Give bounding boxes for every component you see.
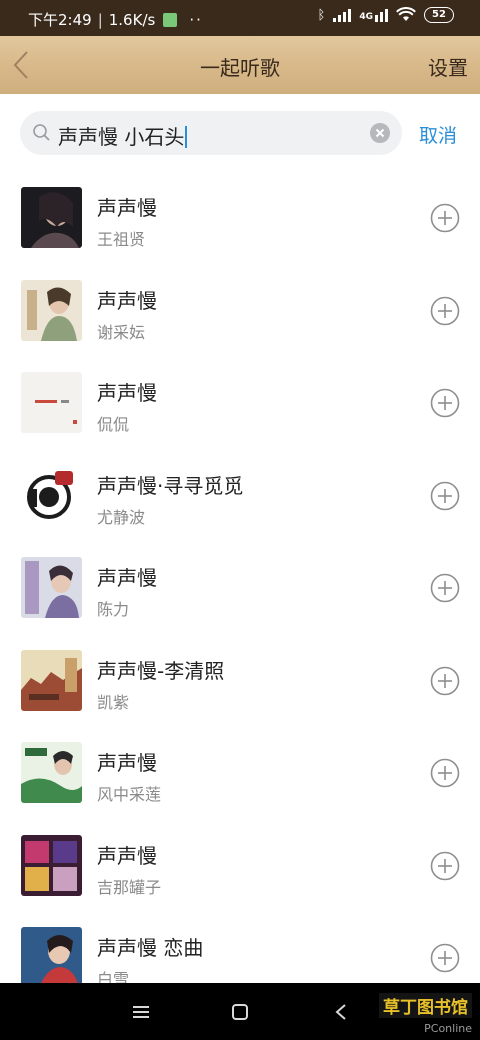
title-bar: 一起听歌 设置 bbox=[0, 36, 480, 94]
battery-indicator: 52 bbox=[424, 7, 454, 23]
text-caret bbox=[185, 126, 188, 148]
add-circle-icon[interactable] bbox=[430, 388, 460, 418]
album-cover bbox=[21, 279, 82, 341]
album-cover-image bbox=[21, 742, 82, 803]
add-circle-icon[interactable] bbox=[430, 943, 460, 973]
back-triangle-icon bbox=[335, 1004, 346, 1020]
search-query: 声声慢 小石头 bbox=[58, 125, 185, 149]
watermark-text: 草丁图书馆 bbox=[379, 993, 472, 1018]
album-cover-image bbox=[21, 372, 82, 433]
signal-icon bbox=[333, 8, 352, 22]
wifi-icon bbox=[396, 7, 416, 21]
song-artist: 风中采莲 bbox=[97, 785, 162, 804]
status-separator: | bbox=[97, 10, 103, 29]
nav-back-button[interactable] bbox=[328, 999, 354, 1025]
bluetooth-icon: ᛒ bbox=[317, 7, 326, 23]
song-title: 声声慢 bbox=[97, 566, 157, 590]
song-row[interactable]: 声声慢 风中采莲 bbox=[0, 727, 480, 820]
add-circle-icon[interactable] bbox=[430, 296, 460, 326]
page-title: 一起听歌 bbox=[200, 56, 280, 80]
song-title: 声声慢 bbox=[97, 751, 157, 775]
status-left: 下午2:49 | 1.6K/s ·· bbox=[28, 9, 203, 30]
clear-icon bbox=[375, 128, 385, 138]
home-icon bbox=[232, 1004, 248, 1020]
album-cover bbox=[21, 187, 82, 248]
album-cover-image bbox=[21, 557, 82, 618]
song-title: 声声慢 恋曲 bbox=[97, 936, 204, 960]
song-row[interactable]: 声声慢 吉那罐子 bbox=[0, 820, 480, 913]
search-input[interactable]: 声声慢 小石头 bbox=[58, 121, 188, 150]
status-bar: 下午2:49 | 1.6K/s ·· ᛒ 4G 52 bbox=[0, 0, 480, 36]
album-cover-image bbox=[21, 187, 82, 248]
status-time: 下午2:49 bbox=[28, 11, 92, 29]
search-area: 声声慢 小石头 取消 bbox=[0, 94, 480, 172]
song-artist: 吉那罐子 bbox=[97, 877, 162, 897]
song-artist: 侃侃 bbox=[97, 415, 130, 434]
album-cover-image bbox=[21, 649, 82, 711]
song-row[interactable]: 声声慢-李清照 凯紫 bbox=[0, 635, 480, 728]
signal-4g-icon: 4G bbox=[359, 8, 388, 22]
recents-button[interactable] bbox=[128, 999, 154, 1025]
add-circle-icon[interactable] bbox=[430, 666, 460, 696]
song-artist: 王祖贤 bbox=[97, 230, 146, 249]
song-title: 声声慢-李清照 bbox=[97, 658, 225, 683]
add-circle-icon[interactable] bbox=[430, 851, 460, 881]
album-cover bbox=[21, 557, 82, 618]
status-right: ᛒ 4G 52 bbox=[318, 7, 454, 23]
album-cover bbox=[21, 742, 82, 803]
song-title: 声声慢 bbox=[97, 196, 157, 220]
search-icon bbox=[33, 124, 50, 141]
watermark: 草丁图书馆 PConline bbox=[379, 993, 472, 1035]
add-circle-icon[interactable] bbox=[430, 573, 460, 603]
album-cover-image bbox=[21, 927, 82, 988]
song-artist: 陈力 bbox=[97, 600, 130, 619]
song-list: 声声慢 王祖贤 声声慢 谢采妘 声声慢 侃侃 声声慢·寻寻觅觅 尤静波 声声慢 … bbox=[0, 172, 480, 1005]
song-title: 声声慢 bbox=[97, 381, 157, 405]
album-cover-image bbox=[21, 834, 82, 896]
song-row[interactable]: 声声慢 陈力 bbox=[0, 542, 480, 635]
song-title: 声声慢 bbox=[97, 843, 157, 868]
album-cover bbox=[21, 649, 82, 711]
album-cover bbox=[21, 834, 82, 896]
album-cover bbox=[21, 464, 82, 526]
watermark-sub: PConline bbox=[424, 1022, 472, 1035]
cancel-button[interactable]: 取消 bbox=[419, 121, 457, 148]
album-cover-image bbox=[21, 464, 82, 526]
more-notifications-icon: ·· bbox=[189, 10, 203, 29]
song-row[interactable]: 声声慢 谢采妘 bbox=[0, 265, 480, 358]
app-notification-icon bbox=[163, 12, 178, 27]
song-row[interactable]: 声声慢 王祖贤 bbox=[0, 172, 480, 265]
status-speed: 1.6K/s bbox=[108, 10, 156, 29]
album-cover bbox=[21, 372, 82, 433]
add-circle-icon[interactable] bbox=[430, 203, 460, 233]
settings-button[interactable]: 设置 bbox=[428, 52, 468, 81]
search-box[interactable]: 声声慢 小石头 bbox=[20, 111, 402, 155]
song-artist: 尤静波 bbox=[97, 507, 146, 527]
song-title: 声声慢 bbox=[97, 288, 157, 313]
song-artist: 谢采妘 bbox=[97, 322, 146, 342]
system-nav-bar: 草丁图书馆 PConline bbox=[0, 983, 480, 1040]
menu-icon bbox=[133, 1006, 149, 1018]
album-cover-image bbox=[21, 279, 82, 341]
home-button[interactable] bbox=[227, 999, 253, 1025]
song-artist: 凯紫 bbox=[97, 692, 130, 712]
add-circle-icon[interactable] bbox=[430, 481, 460, 511]
album-cover bbox=[21, 927, 82, 988]
song-row[interactable]: 声声慢 侃侃 bbox=[0, 357, 480, 450]
add-circle-icon[interactable] bbox=[430, 758, 460, 788]
clear-button[interactable] bbox=[370, 123, 390, 143]
song-title: 声声慢·寻寻觅觅 bbox=[97, 473, 244, 498]
song-row[interactable]: 声声慢·寻寻觅觅 尤静波 bbox=[0, 450, 480, 543]
